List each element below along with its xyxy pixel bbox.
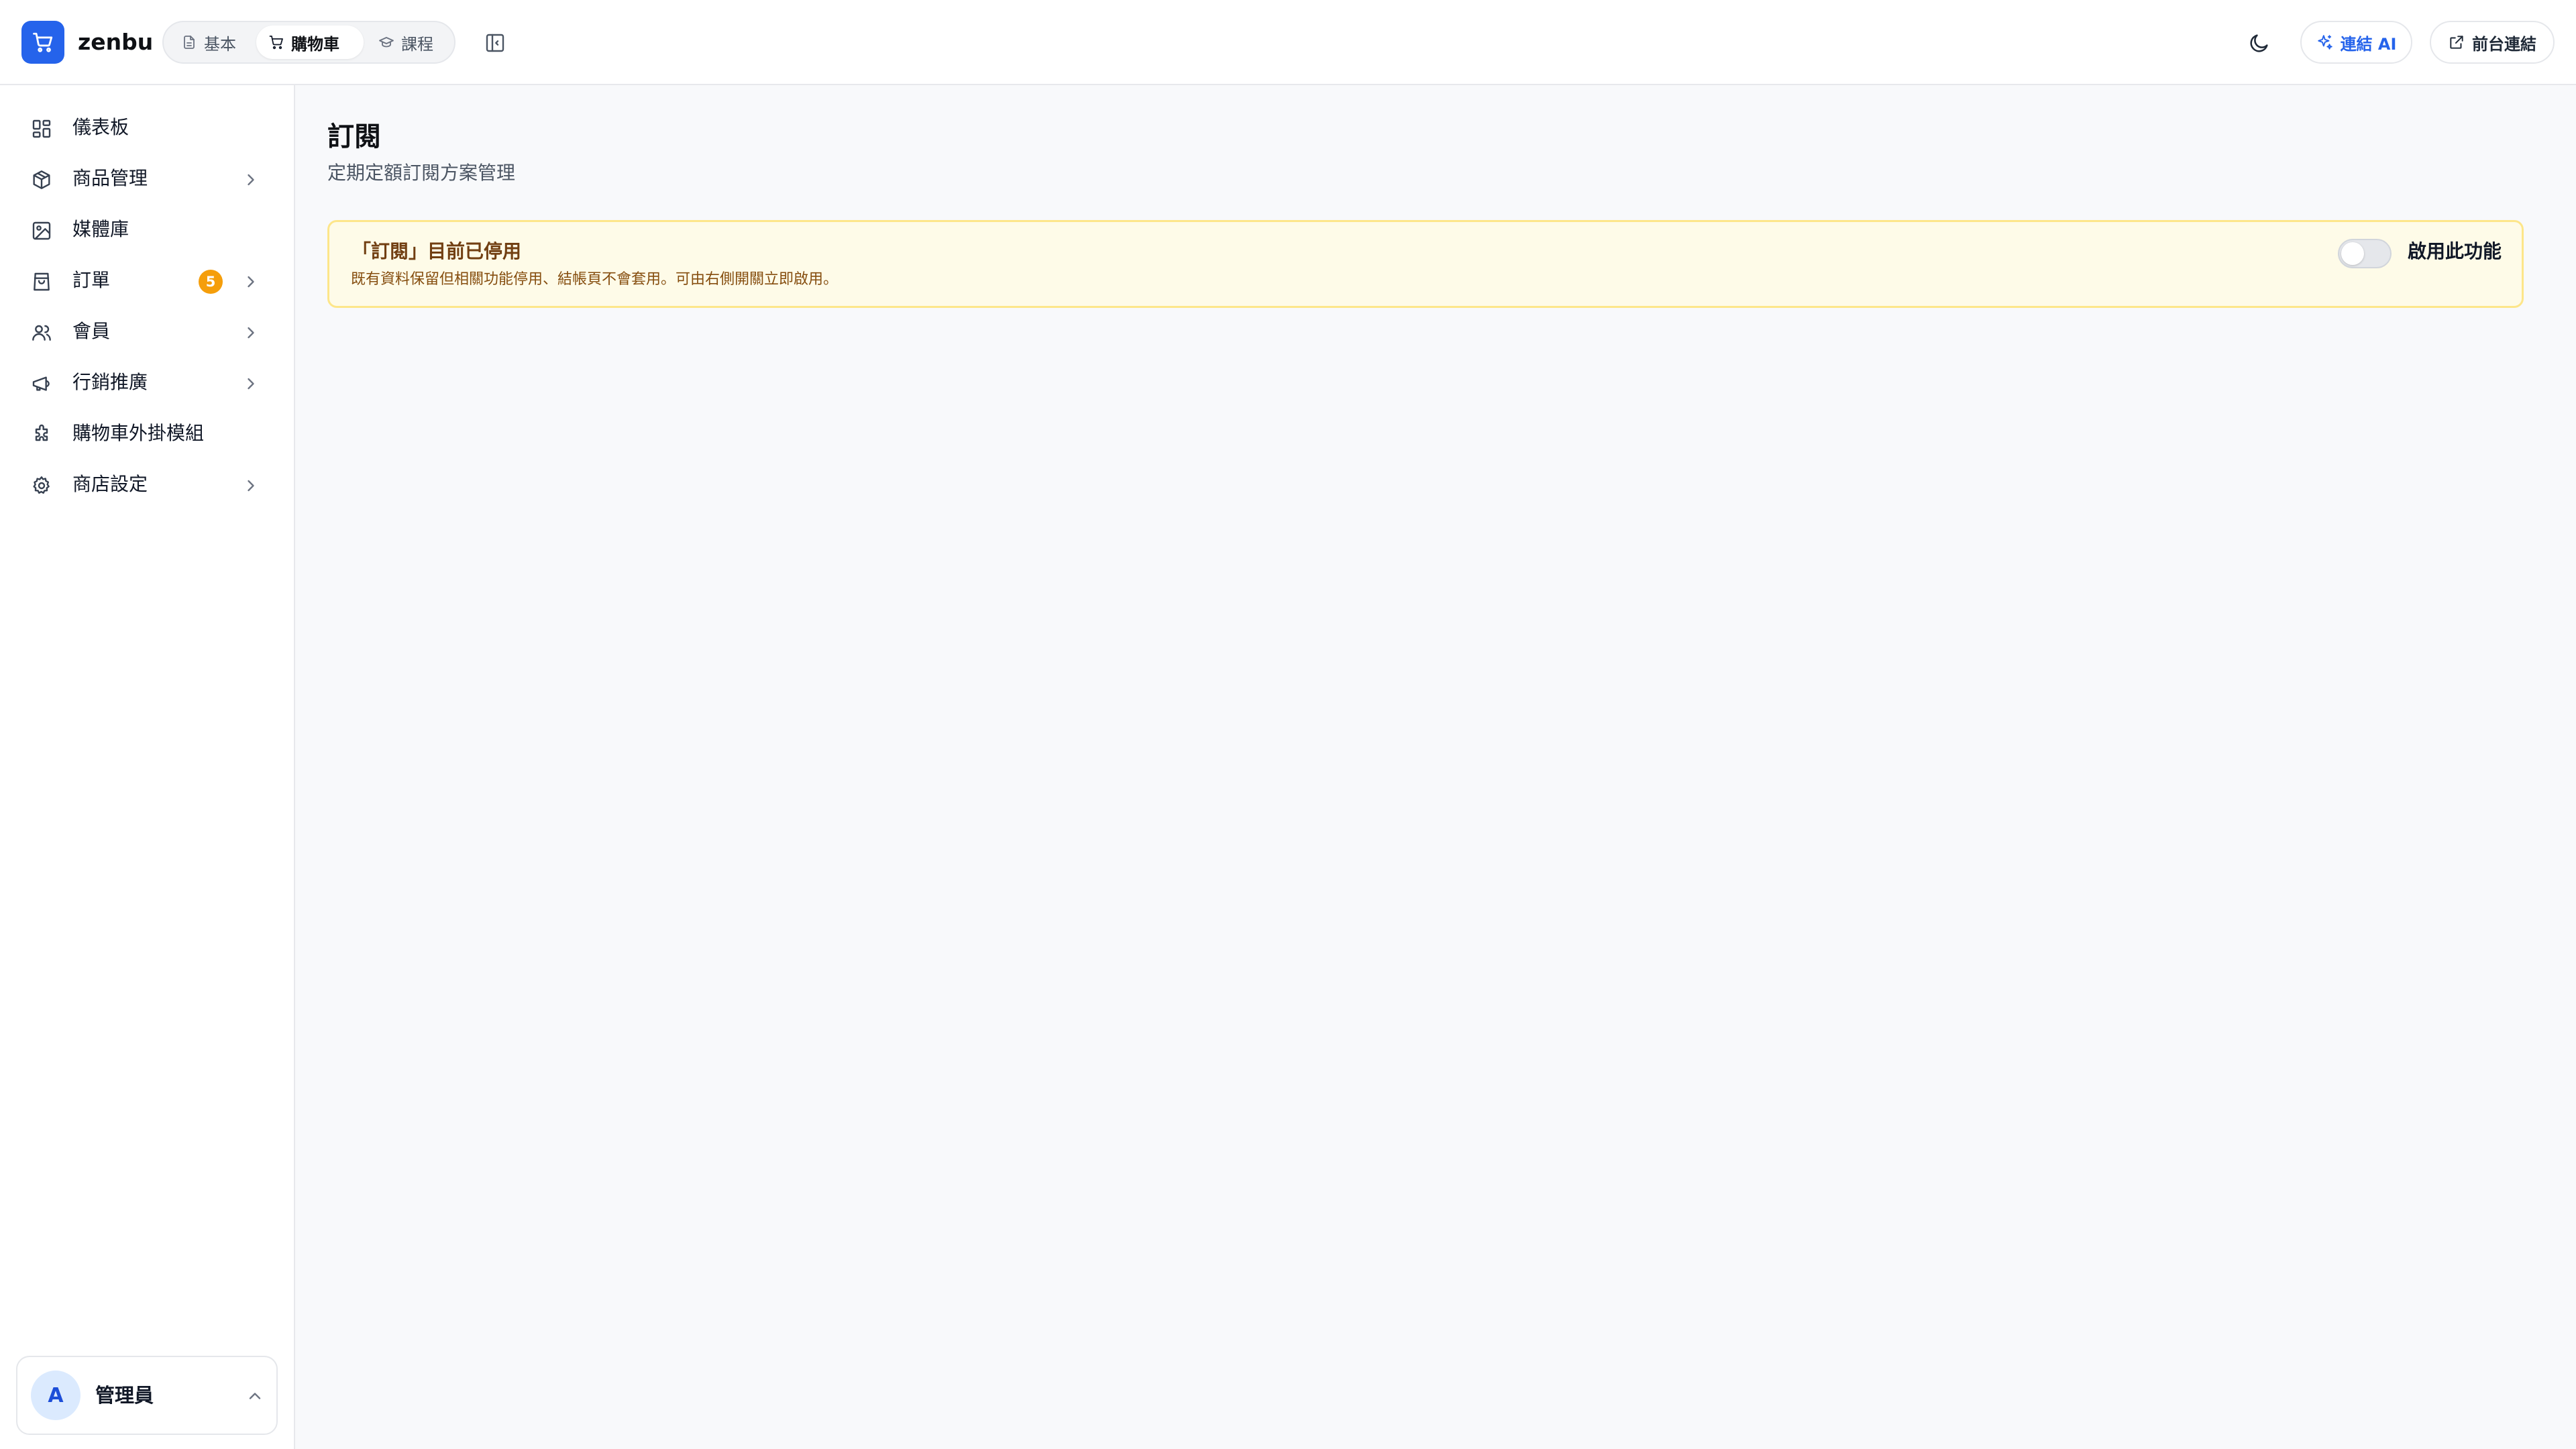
feature-disabled-notice: 「訂閱」目前已停用 既有資料保留但相關功能停用、結帳頁不會套用。可由右側開關立即… <box>327 220 2524 308</box>
megaphone-icon <box>32 376 50 391</box>
puzzle-icon <box>35 424 48 441</box>
user-menu[interactable]: A 管理員 <box>16 1356 278 1435</box>
sidebar-item-label: 會員 <box>72 320 111 342</box>
sidebar-item-marketing[interactable]: 行銷推廣 <box>17 362 272 402</box>
sidebar-item-label: 訂單 <box>72 269 111 291</box>
sparkles-icon <box>2317 35 2332 50</box>
chevron-up-icon <box>249 1393 261 1399</box>
mode-tab-label: 基本 <box>204 34 236 54</box>
external-link-icon <box>2450 36 2463 49</box>
chevron-right-icon <box>248 480 254 492</box>
cart-icon <box>269 36 283 50</box>
app-name: zenbu <box>78 29 154 55</box>
shopping-bag-icon <box>34 272 50 291</box>
mode-tab-label: 購物車 <box>291 34 339 54</box>
sidebar-item-products[interactable]: 商品管理 <box>17 158 272 199</box>
image-icon <box>32 221 51 240</box>
chevron-right-icon <box>248 327 254 339</box>
sidebar-item-label: 儀表板 <box>72 116 129 138</box>
gear-icon <box>33 476 50 494</box>
document-icon <box>184 36 195 49</box>
page-title: 訂閱 <box>327 121 381 152</box>
connect-ai-label: 連結 AI <box>2340 34 2397 54</box>
enable-feature-label[interactable]: 啟用此功能 <box>2408 238 2502 265</box>
top-bar: zenbu 基本 購物車 課程 連結 AI 前台連結 <box>0 0 2576 85</box>
package-icon <box>33 170 50 189</box>
logo-cart-icon[interactable] <box>21 21 64 64</box>
notice-title: 「訂閱」目前已停用 <box>352 240 522 262</box>
dashboard-icon <box>32 119 51 138</box>
chevron-right-icon <box>248 378 254 390</box>
user-name: 管理員 <box>95 1384 154 1407</box>
notice-description: 既有資料保留但相關功能停用、結帳頁不會套用。可由右側開關立即啟用。 <box>351 271 839 288</box>
orders-count-badge: 5 <box>199 270 223 294</box>
chevron-right-icon <box>248 276 254 288</box>
sidebar-item-label: 商品管理 <box>72 167 148 189</box>
storefront-link-label: 前台連結 <box>2472 34 2536 54</box>
sidebar-item-members[interactable]: 會員 <box>17 311 272 352</box>
sidebar-item-orders[interactable]: 訂單 5 <box>17 260 272 301</box>
sidebar-item-dashboard[interactable]: 儀表板 <box>17 107 272 148</box>
toggle-knob <box>2341 242 2364 265</box>
sidebar-item-label: 媒體庫 <box>72 218 129 240</box>
sidebar-toggle-icon[interactable] <box>482 30 508 56</box>
sidebar-item-label: 行銷推廣 <box>72 371 148 393</box>
sidebar: 儀表板 商品管理 媒體庫 訂單 5 會員 行銷推廣 購物車外掛模組 商店設定 A… <box>0 85 295 1449</box>
avatar: A <box>31 1371 80 1420</box>
sidebar-item-store-settings[interactable]: 商店設定 <box>17 464 272 504</box>
mode-tab-label: 課程 <box>401 34 433 54</box>
mode-switcher: 基本 購物車 課程 <box>162 21 455 64</box>
page-subtitle: 定期定額訂閱方案管理 <box>327 162 516 184</box>
graduation-cap-icon <box>379 37 394 48</box>
chevron-right-icon <box>248 174 254 186</box>
enable-feature-toggle[interactable] <box>2338 239 2392 268</box>
sidebar-item-cart-plugins[interactable]: 購物車外掛模組 <box>17 413 272 453</box>
mode-tab-course[interactable]: 課程 <box>366 25 452 59</box>
sidebar-item-media[interactable]: 媒體庫 <box>17 209 272 250</box>
storefront-link-button[interactable]: 前台連結 <box>2430 21 2555 64</box>
moon-icon[interactable] <box>2246 30 2273 56</box>
sidebar-item-label: 商店設定 <box>72 473 148 495</box>
users-icon <box>32 325 51 341</box>
sidebar-item-label: 購物車外掛模組 <box>72 422 205 444</box>
mode-tab-cart[interactable]: 購物車 <box>256 25 364 59</box>
mode-tab-basic[interactable]: 基本 <box>169 25 256 59</box>
connect-ai-button[interactable]: 連結 AI <box>2300 21 2412 64</box>
